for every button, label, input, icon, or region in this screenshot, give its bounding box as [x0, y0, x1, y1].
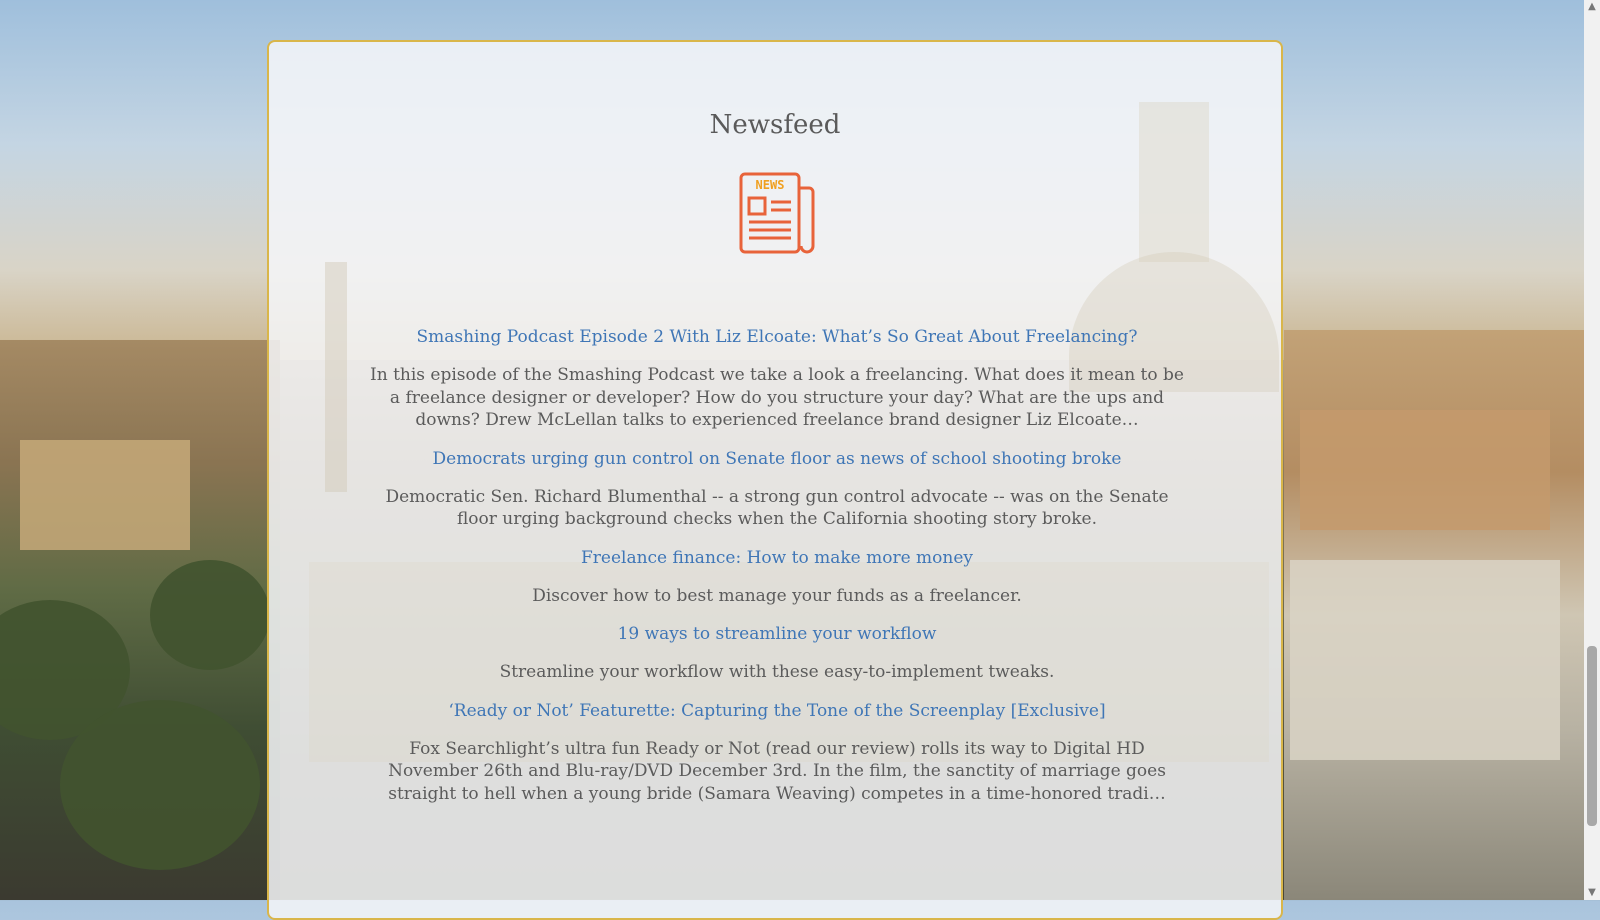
page-title: Newsfeed: [709, 110, 841, 140]
background-tree: [60, 700, 260, 870]
background-tree: [150, 560, 270, 670]
news-icon-label: NEWS: [756, 178, 785, 192]
background-building: [1300, 410, 1550, 530]
news-item-title-link[interactable]: Freelance finance: How to make more mone…: [365, 547, 1189, 569]
news-item-description: Democratic Sen. Richard Blumenthal -- a …: [385, 486, 1169, 530]
newspaper-icon: NEWS: [739, 172, 815, 254]
news-item-title-link[interactable]: 19 ways to streamline your workflow: [365, 623, 1189, 645]
news-item-description: In this episode of the Smashing Podcast …: [370, 365, 1184, 430]
news-item-description: Streamline your workflow with these easy…: [499, 662, 1055, 682]
chevron-up-icon[interactable]: ▲: [1587, 2, 1597, 12]
news-item-description: Discover how to best manage your funds a…: [532, 585, 1022, 606]
news-feed-list: Smashing Podcast Episode 2 With Liz Elco…: [365, 326, 1189, 821]
background-building: [1290, 560, 1560, 760]
scrollbar-thumb[interactable]: [1587, 646, 1597, 826]
vertical-scrollbar[interactable]: ▲ ▼: [1584, 0, 1600, 900]
monument-shape: [325, 262, 347, 492]
news-item-title-link[interactable]: ‘Ready or Not’ Featurette: Capturing the…: [365, 700, 1189, 722]
news-item-title-link[interactable]: Smashing Podcast Episode 2 With Liz Elco…: [365, 326, 1189, 348]
background-building: [20, 440, 190, 550]
news-item-title-link[interactable]: Democrats urging gun control on Senate f…: [365, 448, 1189, 470]
chevron-down-icon[interactable]: ▼: [1587, 888, 1597, 898]
newsfeed-card: Newsfeed NEWS Smashing Podcast Episode 2…: [267, 40, 1283, 920]
news-item-description: Fox Searchlight’s ultra fun Ready or Not…: [388, 738, 1166, 804]
